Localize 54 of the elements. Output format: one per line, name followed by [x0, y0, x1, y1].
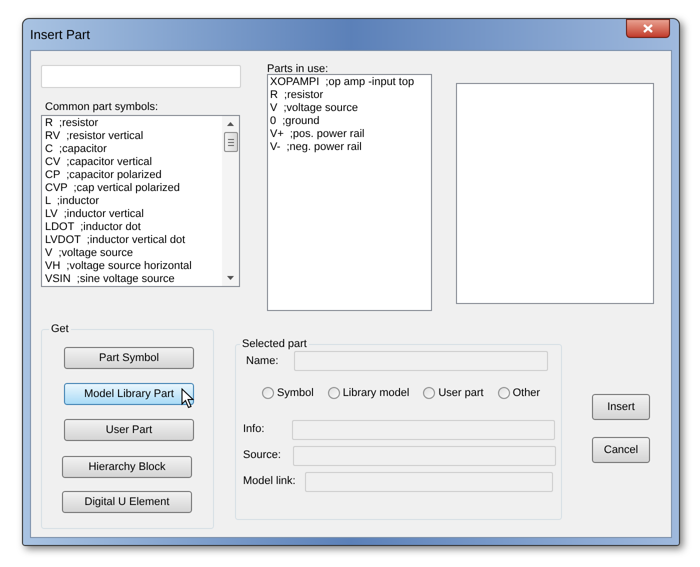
list-item[interactable]: VSIN ;sine voltage source [45, 273, 222, 286]
close-icon [643, 24, 653, 33]
get-button[interactable]: Hierarchy Block [62, 456, 192, 478]
radio-label: User part [438, 386, 484, 401]
text-field[interactable] [292, 420, 555, 440]
window-title: Insert Part [30, 26, 90, 44]
list-label: Parts in use: [267, 62, 330, 74]
name-field[interactable] [294, 351, 548, 371]
list-item[interactable]: LV ;inductor vertical [45, 208, 222, 221]
list-item[interactable]: LVDOT ;inductor vertical dot [45, 234, 222, 247]
list-item[interactable]: XOPAMPI ;op amp -input top [270, 76, 431, 89]
field-label: Model link: [243, 474, 297, 490]
list-item[interactable]: V ;voltage source [45, 247, 222, 260]
field-label: Name: [246, 354, 280, 369]
get-button[interactable]: Digital U Element [62, 491, 192, 513]
list-item[interactable]: CV ;capacitor vertical [45, 156, 222, 169]
radio-label: Symbol [277, 386, 314, 401]
radio-button[interactable]: User part [423, 385, 484, 402]
list-item[interactable]: CVP ;cap vertical polarized [45, 182, 222, 195]
part-search-field[interactable] [41, 65, 241, 88]
get-button[interactable]: User Part [64, 419, 194, 441]
scroll-thumb[interactable] [224, 132, 238, 152]
list-label: Common part symbols: [45, 100, 160, 113]
scrollbar[interactable] [222, 116, 239, 286]
list-item[interactable]: RV ;resistor vertical [45, 130, 222, 143]
list-item[interactable]: R ;resistor [45, 117, 222, 130]
get-button[interactable]: Part Symbol [64, 347, 194, 369]
text-field[interactable] [293, 446, 556, 466]
list-item[interactable]: LDOT ;inductor dot [45, 221, 222, 234]
field-label: Source: [243, 448, 282, 464]
get-button[interactable]: Model Library Part [64, 383, 194, 405]
radio-button[interactable]: Other [498, 385, 540, 402]
scroll-down-icon[interactable] [227, 276, 234, 280]
list-item[interactable]: C ;capacitor [45, 143, 222, 156]
field-label: Info: [243, 422, 266, 438]
action-button[interactable]: Cancel [592, 437, 650, 463]
list-item[interactable]: V- ;neg. power rail [270, 141, 431, 154]
list-item[interactable]: R ;resistor [270, 89, 431, 102]
radio-button[interactable]: Library model [328, 385, 410, 402]
action-button[interactable]: Insert [592, 394, 650, 420]
list-item[interactable]: V+ ;pos. power rail [270, 128, 431, 141]
list-item[interactable]: L ;inductor [45, 195, 222, 208]
text-field[interactable] [305, 472, 553, 492]
list-item[interactable]: CP ;capacitor polarized [45, 169, 222, 182]
list-item[interactable]: 0 ;ground [270, 115, 431, 128]
close-button[interactable] [626, 19, 670, 38]
scroll-up-icon[interactable] [227, 122, 234, 126]
group-label: Selected part [240, 337, 309, 351]
radio-button[interactable]: Symbol [262, 385, 314, 402]
mouse-cursor-icon [181, 388, 195, 409]
radio-label: Other [512, 386, 540, 401]
radio-label: Library model [342, 386, 410, 401]
list-item[interactable]: V ;voltage source [270, 102, 431, 115]
list-item[interactable]: VH ;voltage source horizontal [45, 260, 222, 273]
